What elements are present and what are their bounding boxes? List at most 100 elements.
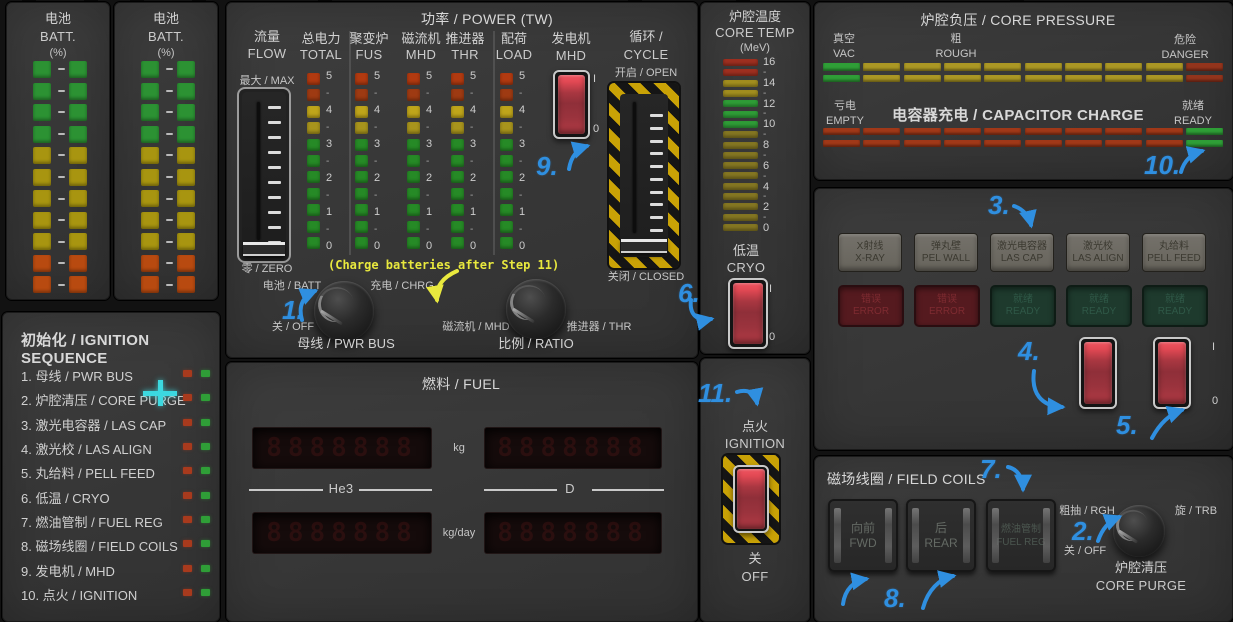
led-segment xyxy=(355,138,368,151)
d-rate-display: 8888888 xyxy=(485,513,661,553)
scale-tick: 2 xyxy=(763,201,770,214)
step-annotation-9: 9. xyxy=(536,151,558,181)
led-segment xyxy=(823,75,860,82)
led-segment xyxy=(451,171,464,184)
led-segment xyxy=(177,125,195,143)
pwr-bus-knob[interactable] xyxy=(314,281,374,341)
cryo-rocker[interactable] xyxy=(733,283,763,344)
core-purge-knob[interactable] xyxy=(1113,505,1165,557)
ignition-hazard-frame xyxy=(723,455,779,543)
led-segment xyxy=(355,220,368,233)
led-segment xyxy=(407,89,420,102)
aux-buttons-panel: X射线 X-RAY 弹丸壁 PEL WALL 激光电容器 LAS CAP 激光校 LAS… xyxy=(814,188,1233,450)
scale-tick: 3 xyxy=(426,138,433,150)
scale-tick: - xyxy=(519,223,523,235)
led-segment xyxy=(69,125,87,143)
scale-tick: - xyxy=(519,121,523,133)
led-segment xyxy=(723,110,758,118)
cycle-slider[interactable] xyxy=(620,94,668,257)
aux-switch-2[interactable] xyxy=(1153,337,1191,409)
fwd-coil-button[interactable]: 向前 FWD xyxy=(828,499,898,572)
tick-mark xyxy=(166,111,173,114)
led-segment xyxy=(1145,128,1183,135)
sequence-item-4: 4. 激光校 / LAS ALIGN xyxy=(21,442,152,457)
led-segment xyxy=(723,151,758,159)
step-indicator-green xyxy=(201,589,210,596)
ignition-rocker[interactable] xyxy=(737,469,765,529)
led-segment xyxy=(407,204,420,217)
power-column-total: 总电力 TOTAL 5 - 4 - 3 - 2 - 1 - 0 xyxy=(297,31,345,261)
fuel-he3-label: He3 xyxy=(328,481,354,496)
scale-tick: - xyxy=(426,121,430,133)
ignition-switch[interactable] xyxy=(733,465,769,533)
ratio-knob[interactable] xyxy=(506,279,566,339)
cycle-closed-label: 关闭 / CLOSED xyxy=(607,271,685,283)
battery-title-en: BATT. xyxy=(148,29,184,44)
lamp-label-zh: 就绪 xyxy=(1165,294,1185,305)
tick-mark xyxy=(650,228,663,232)
scale-tick: - xyxy=(470,155,474,167)
power-title: 功率 / POWER (TW) xyxy=(420,11,554,27)
scale-tick: - xyxy=(426,189,430,201)
column-label-en: MHD xyxy=(405,47,437,62)
scale-tick: - xyxy=(470,87,474,99)
led-segment xyxy=(1185,140,1223,147)
mhd-gen-switch[interactable] xyxy=(553,70,590,139)
rear-coil-button[interactable]: 后 REAR xyxy=(906,499,976,572)
power-meter-scale: 5 - 4 - 3 - 2 - 1 - 0 xyxy=(374,70,388,252)
step-indicator-green xyxy=(201,492,210,499)
ratio-label: 比例 / RATIO xyxy=(498,336,574,351)
mhd-gen-label-zh: 发电机 xyxy=(551,31,591,46)
lamp-label-zh: 就绪 xyxy=(1089,294,1109,305)
led-segment xyxy=(500,187,513,200)
tick-mark xyxy=(650,203,663,207)
rough-label-en: ROUGH xyxy=(935,48,977,60)
led-segment xyxy=(177,276,195,293)
led-segment xyxy=(177,168,195,186)
empty-label-zh: 亏电 xyxy=(834,100,856,112)
tick-mark xyxy=(166,154,173,157)
pell-feed-button[interactable]: 丸给料 PELL FEED xyxy=(1142,233,1206,272)
led-segment xyxy=(451,220,464,233)
led-segment xyxy=(863,140,901,147)
button-label-en: PELL FEED xyxy=(1147,252,1201,264)
step-indicator-red xyxy=(183,419,192,426)
mhd-gen-rocker[interactable] xyxy=(558,75,585,134)
button-label-en: LAS CAP xyxy=(1000,252,1044,264)
las-cap-button[interactable]: 激光电容器 LAS CAP xyxy=(990,233,1054,272)
led-segment xyxy=(355,204,368,217)
cycle-slider-handle[interactable] xyxy=(621,239,667,253)
scale-tick: 1 xyxy=(519,206,526,218)
xray-button[interactable]: X射线 X-RAY xyxy=(838,233,902,272)
tick-mark xyxy=(166,262,173,265)
cryo-switch[interactable] xyxy=(728,278,768,349)
aux-rocker-1[interactable] xyxy=(1084,342,1112,404)
led-segment xyxy=(863,75,901,82)
status-lamp-green: 就绪 READY xyxy=(1066,285,1132,327)
tick-mark xyxy=(58,132,65,135)
lamp-label-en: READY xyxy=(1157,306,1193,317)
led-segment xyxy=(723,120,758,128)
column-label-zh: 磁流机 xyxy=(401,31,441,46)
divider xyxy=(359,489,432,491)
led-segment xyxy=(451,154,464,167)
scale-tick: - xyxy=(470,121,474,133)
aux-switch-1[interactable] xyxy=(1079,337,1117,409)
scale-tick: - xyxy=(426,87,430,99)
pel-wall-button[interactable]: 弹丸壁 PEL WALL xyxy=(914,233,978,272)
led-segment xyxy=(723,213,758,221)
power-meter xyxy=(407,73,420,249)
led-segment xyxy=(407,154,420,167)
tick-mark xyxy=(58,68,65,70)
flow-slider[interactable] xyxy=(237,87,291,263)
flow-slider-groove xyxy=(257,102,260,240)
led-segment xyxy=(307,154,320,167)
led-segment xyxy=(863,128,901,135)
flow-slider-track[interactable] xyxy=(242,92,286,258)
mhd-gen-label-en: MHD xyxy=(555,48,587,63)
flow-slider-handle[interactable] xyxy=(243,242,285,256)
las-align-button[interactable]: 激光校 LAS ALIGN xyxy=(1066,233,1130,272)
led-segment xyxy=(307,187,320,200)
aux-rocker-2[interactable] xyxy=(1158,342,1186,404)
tick-mark xyxy=(58,262,65,265)
